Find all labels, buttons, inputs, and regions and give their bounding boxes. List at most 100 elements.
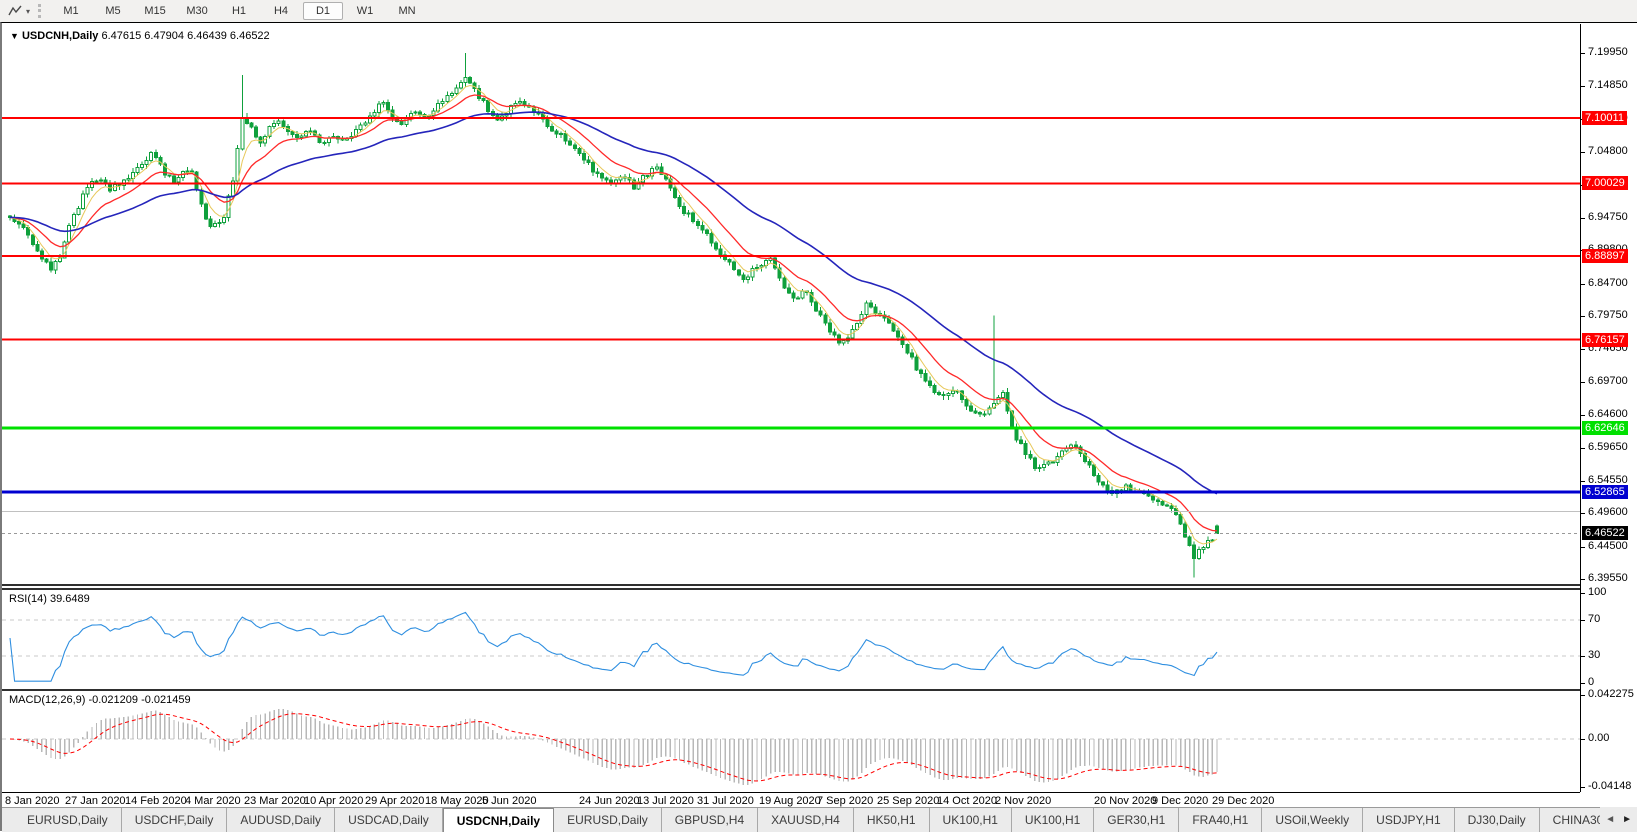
macd-tick-label: -0.04148 <box>1588 780 1631 792</box>
date-axis[interactable]: 8 Jan 202027 Jan 202014 Feb 20204 Mar 20… <box>2 792 1580 808</box>
macd-plot[interactable] <box>2 691 1580 791</box>
toolbar-grip-handle[interactable] <box>38 4 44 18</box>
timeframe-button-m5[interactable]: M5 <box>93 2 133 20</box>
axis-tick-mark <box>1581 593 1585 594</box>
axis-tick-mark <box>1581 513 1585 514</box>
chart-tab-gbpusd-h4[interactable]: GBPUSD,H4 <box>662 808 758 832</box>
axis-tick-mark <box>1581 316 1585 317</box>
chart-tab-dj30-daily[interactable]: DJ30,Daily <box>1455 808 1540 832</box>
level-price-badge: 6.52865 <box>1582 485 1628 499</box>
date-axis-label: 2 Nov 2020 <box>995 795 1051 807</box>
timeframe-button-m15[interactable]: M15 <box>135 2 175 20</box>
price-chart-pane: ▼ USDCNH,Daily 6.47615 6.47904 6.46439 6… <box>2 24 1580 586</box>
chart-title: ▼ USDCNH,Daily 6.47615 6.47904 6.46439 6… <box>10 30 270 42</box>
price-tick-label: 6.44500 <box>1588 540 1628 552</box>
chart-ohlc-values: 6.47615 6.47904 6.46439 6.46522 <box>101 30 269 42</box>
axis-tick-mark <box>1581 152 1585 153</box>
macd-indicator-label: MACD(12,26,9) -0.021209 -0.021459 <box>9 694 191 706</box>
main-chart-plot[interactable] <box>2 24 1580 584</box>
price-tick-label: 6.64600 <box>1588 408 1628 420</box>
date-axis-label: 29 Dec 2020 <box>1212 795 1274 807</box>
rsi-indicator-label: RSI(14) 39.6489 <box>9 593 90 605</box>
rsi-plot[interactable] <box>2 590 1580 687</box>
timeframe-button-w1[interactable]: W1 <box>345 2 385 20</box>
axis-tick-mark <box>1581 547 1585 548</box>
axis-tick-mark <box>1581 579 1585 580</box>
axis-tick-mark <box>1581 382 1585 383</box>
current-price-badge: 6.46522 <box>1582 526 1628 540</box>
timeframe-toolbar: ▾ M1M5M15M30H1H4D1W1MN <box>0 0 1637 23</box>
rsi-tick-label: 30 <box>1588 649 1600 661</box>
chart-cursor-tool[interactable]: ▾ <box>5 3 33 19</box>
level-price-badge: 6.76157 <box>1582 333 1628 347</box>
chart-tab-usdchf-daily[interactable]: USDCHF,Daily <box>122 808 228 832</box>
timeframe-button-h4[interactable]: H4 <box>261 2 301 20</box>
price-tick-label: 6.84700 <box>1588 277 1628 289</box>
price-tick-label: 6.59650 <box>1588 441 1628 453</box>
tab-scroll-right-icon[interactable]: ► <box>1622 814 1632 825</box>
price-tick-label: 7.19950 <box>1588 46 1628 58</box>
price-tick-label: 6.39550 <box>1588 572 1628 584</box>
date-axis-label: 20 Nov 2020 <box>1094 795 1156 807</box>
chart-tab-uk100-h1[interactable]: UK100,H1 <box>930 808 1012 832</box>
chart-tab-usdcad-daily[interactable]: USDCAD,Daily <box>335 808 443 832</box>
chart-cursor-icon <box>8 4 23 18</box>
date-axis-label: 13 Jul 2020 <box>637 795 694 807</box>
timeframe-button-h1[interactable]: H1 <box>219 2 259 20</box>
macd-indicator-pane: MACD(12,26,9) -0.021209 -0.021459 <box>2 689 1580 791</box>
chart-tab-eurusd-daily[interactable]: EURUSD,Daily <box>14 808 122 832</box>
date-axis-label: 29 Apr 2020 <box>365 795 424 807</box>
chart-tab-eurusd-daily[interactable]: EURUSD,Daily <box>554 808 662 832</box>
chart-workspace: ▼ USDCNH,Daily 6.47615 6.47904 6.46439 6… <box>0 22 1637 831</box>
timeframe-button-m1[interactable]: M1 <box>51 2 91 20</box>
chart-tab-usdjpy-h1[interactable]: USDJPY,H1 <box>1363 808 1454 832</box>
price-axis[interactable]: 7.199507.148507.098007.048006.997506.947… <box>1580 24 1637 792</box>
chart-tab-usdcnh-daily[interactable]: USDCNH,Daily <box>443 808 554 832</box>
date-axis-label: 4 Mar 2020 <box>185 795 241 807</box>
trading-platform-window: ▾ M1M5M15M30H1H4D1W1MN ▼ USDCNH,Daily 6.… <box>0 0 1637 830</box>
macd-tick-label: 0.00 <box>1588 732 1609 744</box>
chart-symbol-label: USDCNH,Daily <box>22 30 98 42</box>
chevron-down-icon: ▾ <box>26 7 30 16</box>
axis-tick-mark <box>1581 620 1585 621</box>
chart-tab-uk100-h1[interactable]: UK100,H1 <box>1012 808 1094 832</box>
price-tick-label: 6.79750 <box>1588 309 1628 321</box>
price-tick-label: 7.14850 <box>1588 79 1628 91</box>
date-axis-label: 5 Jun 2020 <box>482 795 536 807</box>
axis-tick-mark <box>1581 481 1585 482</box>
date-axis-label: 27 Jan 2020 <box>65 795 126 807</box>
chart-tab-xauusd-h4[interactable]: XAUUSD,H4 <box>758 808 854 832</box>
axis-tick-mark <box>1581 86 1585 87</box>
date-axis-label: 14 Oct 2020 <box>937 795 997 807</box>
date-axis-label: 9 Dec 2020 <box>1152 795 1208 807</box>
price-tick-label: 6.69700 <box>1588 375 1628 387</box>
axis-tick-mark <box>1581 787 1585 788</box>
axis-tick-mark <box>1581 53 1585 54</box>
tab-scroll-left-icon[interactable]: ◄ <box>1605 814 1615 825</box>
date-axis-label: 24 Jun 2020 <box>579 795 640 807</box>
axis-tick-mark <box>1581 284 1585 285</box>
level-price-badge: 7.00029 <box>1582 176 1628 190</box>
chart-tab-bar: EURUSD,DailyUSDCHF,DailyAUDUSD,DailyUSDC… <box>2 807 1637 832</box>
chart-tab-fra40-h1[interactable]: FRA40,H1 <box>1179 808 1262 832</box>
axis-tick-mark <box>1581 415 1585 416</box>
date-axis-label: 8 Jan 2020 <box>5 795 59 807</box>
axis-tick-mark <box>1581 683 1585 684</box>
timeframe-button-m30[interactable]: M30 <box>177 2 217 20</box>
date-axis-label: 7 Sep 2020 <box>817 795 873 807</box>
chart-tab-hk50-h1[interactable]: HK50,H1 <box>854 808 930 832</box>
chart-tab-audusd-daily[interactable]: AUDUSD,Daily <box>227 808 335 832</box>
timeframe-button-mn[interactable]: MN <box>387 2 427 20</box>
rsi-tick-label: 100 <box>1588 586 1606 598</box>
date-axis-label: 10 Apr 2020 <box>304 795 363 807</box>
axis-tick-mark <box>1581 695 1585 696</box>
axis-tick-mark <box>1581 448 1585 449</box>
symbol-menu-caret-icon[interactable]: ▼ <box>10 31 19 41</box>
macd-tick-label: 0.042275 <box>1588 688 1634 700</box>
axis-tick-mark <box>1581 349 1585 350</box>
chart-tab-usoil-weekly[interactable]: USOil,Weekly <box>1262 808 1363 832</box>
timeframe-button-d1[interactable]: D1 <box>303 2 343 20</box>
level-price-badge: 6.62646 <box>1582 421 1628 435</box>
chart-tab-ger30-h1[interactable]: GER30,H1 <box>1094 808 1179 832</box>
tab-scroll-controls: ◄ ► <box>1600 807 1637 831</box>
